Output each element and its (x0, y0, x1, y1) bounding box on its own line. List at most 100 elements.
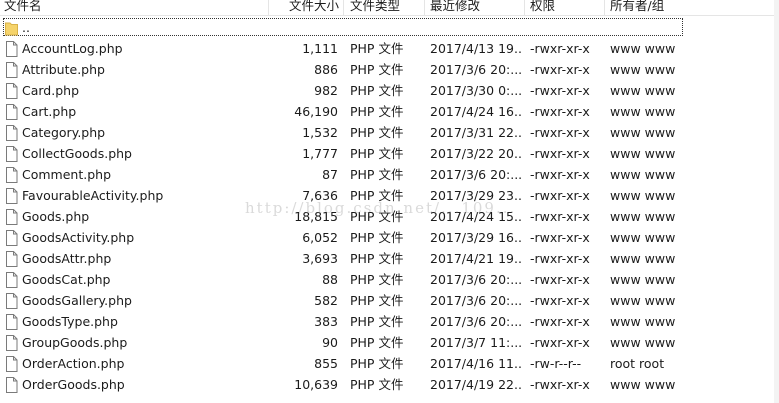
column-divider[interactable] (343, 0, 344, 15)
vertical-scrollbar[interactable] (774, 0, 779, 403)
file-modified: 2017/3/29 23... (430, 188, 522, 203)
file-modified: 2017/3/6 20:... (430, 272, 522, 287)
file-permissions: -rwxr-xr-x (530, 146, 590, 161)
file-type: PHP 文件 (350, 146, 404, 161)
file-name: GroupGoods.php (22, 335, 128, 350)
file-row[interactable]: GoodsGallery.php 582 PHP 文件 2017/3/6 20:...… (0, 290, 779, 311)
file-modified: 2017/4/24 16... (430, 104, 522, 119)
file-row[interactable]: CollectGoods.php 1,777 PHP 文件 2017/3/22 20.… (0, 143, 779, 164)
file-size: 88 (322, 272, 338, 287)
file-size: 3,693 (302, 251, 338, 266)
file-permissions: -rwxr-xr-x (530, 335, 590, 350)
file-row[interactable]: GoodsType.php 383 PHP 文件 2017/3/6 20:... -rw… (0, 311, 779, 332)
file-owner: www www (610, 83, 676, 98)
file-row[interactable]: AccountLog.php 1,111 PHP 文件 2017/4/13 19...… (0, 38, 779, 59)
file-type: PHP 文件 (350, 293, 404, 308)
file-row[interactable]: GoodsActivity.php 6,052 PHP 文件 2017/3/29 16… (0, 227, 779, 248)
file-name: CollectGoods.php (22, 146, 132, 161)
file-permissions: -rwxr-xr-x (530, 209, 590, 224)
column-divider[interactable] (268, 0, 269, 15)
file-icon (6, 62, 18, 78)
file-row[interactable]: Card.php 982 PHP 文件 2017/3/30 0:... -rwxr-xr… (0, 80, 779, 101)
file-icon (6, 41, 18, 57)
column-header: 文件名 文件大小 文件类型 最近修改 权限 所有者/组 (0, 0, 779, 16)
file-row[interactable]: OrderAction.php 855 PHP 文件 2017/4/16 11... -… (0, 353, 779, 374)
file-modified: 2017/3/6 20:... (430, 167, 522, 182)
file-modified: 2017/4/19 22... (430, 377, 522, 392)
file-owner: www www (610, 314, 676, 329)
file-row[interactable]: FavourableActivity.php 7,636 PHP 文件 2017/3/… (0, 185, 779, 206)
file-owner: root root (610, 356, 665, 371)
file-owner: www www (610, 41, 676, 56)
file-owner: www www (610, 293, 676, 308)
file-owner: www www (610, 62, 676, 77)
file-row[interactable]: GoodsCat.php 88 PHP 文件 2017/3/6 20:... -rwxr… (0, 269, 779, 290)
file-row[interactable]: Comment.php 87 PHP 文件 2017/3/6 20:... -rwxr-… (0, 164, 779, 185)
file-row[interactable]: Attribute.php 886 PHP 文件 2017/3/6 20:... -rw… (0, 59, 779, 80)
file-owner: www www (610, 272, 676, 287)
file-owner: www www (610, 167, 676, 182)
file-name: GoodsAttr.php (22, 251, 112, 266)
column-divider[interactable] (604, 0, 605, 15)
file-permissions: -rwxr-xr-x (530, 230, 590, 245)
file-owner: www www (610, 104, 676, 119)
file-size: 582 (314, 293, 338, 308)
file-permissions: -rwxr-xr-x (530, 62, 590, 77)
file-row[interactable]: OrderGoods.php 10,639 PHP 文件 2017/4/19 22..… (0, 374, 779, 395)
file-name: Comment.php (22, 167, 112, 182)
file-row[interactable]: GoodsAttr.php 3,693 PHP 文件 2017/4/21 19... -… (0, 248, 779, 269)
file-size: 10,639 (294, 377, 338, 392)
file-modified: 2017/4/13 19... (430, 41, 522, 56)
file-size: 1,111 (302, 41, 338, 56)
file-permissions: -rw-r--r-- (530, 356, 582, 371)
file-icon (6, 293, 18, 309)
file-name: GoodsGallery.php (22, 293, 132, 308)
file-icon (6, 209, 18, 225)
parent-directory-row[interactable]: .. (0, 17, 779, 38)
file-name: AccountLog.php (22, 41, 123, 56)
file-modified: 2017/3/6 20:... (430, 62, 522, 77)
file-icon (6, 377, 18, 393)
column-header-name[interactable]: 文件名 (4, 0, 266, 14)
file-size: 46,190 (294, 104, 338, 119)
file-type: PHP 文件 (350, 209, 404, 224)
file-name: OrderGoods.php (22, 377, 125, 392)
file-icon (6, 167, 18, 183)
file-type: PHP 文件 (350, 83, 404, 98)
file-row[interactable]: Category.php 1,532 PHP 文件 2017/3/31 22... -r… (0, 122, 779, 143)
file-icon (6, 125, 18, 141)
file-name: Attribute.php (22, 62, 105, 77)
file-permissions: -rwxr-xr-x (530, 314, 590, 329)
file-owner: www www (610, 251, 676, 266)
file-icon (6, 230, 18, 246)
file-icon (6, 251, 18, 267)
column-divider[interactable] (424, 0, 425, 15)
file-type: PHP 文件 (350, 272, 404, 287)
file-size: 6,052 (302, 230, 338, 245)
column-header-modified[interactable]: 最近修改 (430, 0, 520, 14)
file-owner: www www (610, 188, 676, 203)
file-modified: 2017/3/6 20:... (430, 314, 522, 329)
file-owner: www www (610, 146, 676, 161)
file-row[interactable]: Cart.php 46,190 PHP 文件 2017/4/24 16... -rwxr… (0, 101, 779, 122)
column-header-permissions[interactable]: 权限 (530, 0, 600, 14)
file-size: 383 (314, 314, 338, 329)
file-size: 1,532 (302, 125, 338, 140)
file-permissions: -rwxr-xr-x (530, 104, 590, 119)
column-divider[interactable] (524, 0, 525, 15)
column-header-owner[interactable]: 所有者/组 (610, 0, 690, 14)
file-type: PHP 文件 (350, 335, 404, 350)
file-size: 855 (314, 356, 338, 371)
file-permissions: -rwxr-xr-x (530, 167, 590, 182)
file-row[interactable]: GroupGoods.php 90 PHP 文件 2017/3/7 11:... -rw… (0, 332, 779, 353)
file-name: Category.php (22, 125, 106, 140)
column-header-size[interactable]: 文件大小 (289, 0, 341, 14)
file-icon (6, 335, 18, 351)
file-icon (6, 188, 18, 204)
file-permissions: -rwxr-xr-x (530, 377, 590, 392)
file-type: PHP 文件 (350, 356, 404, 371)
file-modified: 2017/4/21 19... (430, 251, 522, 266)
file-row[interactable]: Goods.php 18,815 PHP 文件 2017/4/24 15... -rwx… (0, 206, 779, 227)
column-header-type[interactable]: 文件类型 (350, 0, 420, 14)
file-permissions: -rwxr-xr-x (530, 251, 590, 266)
